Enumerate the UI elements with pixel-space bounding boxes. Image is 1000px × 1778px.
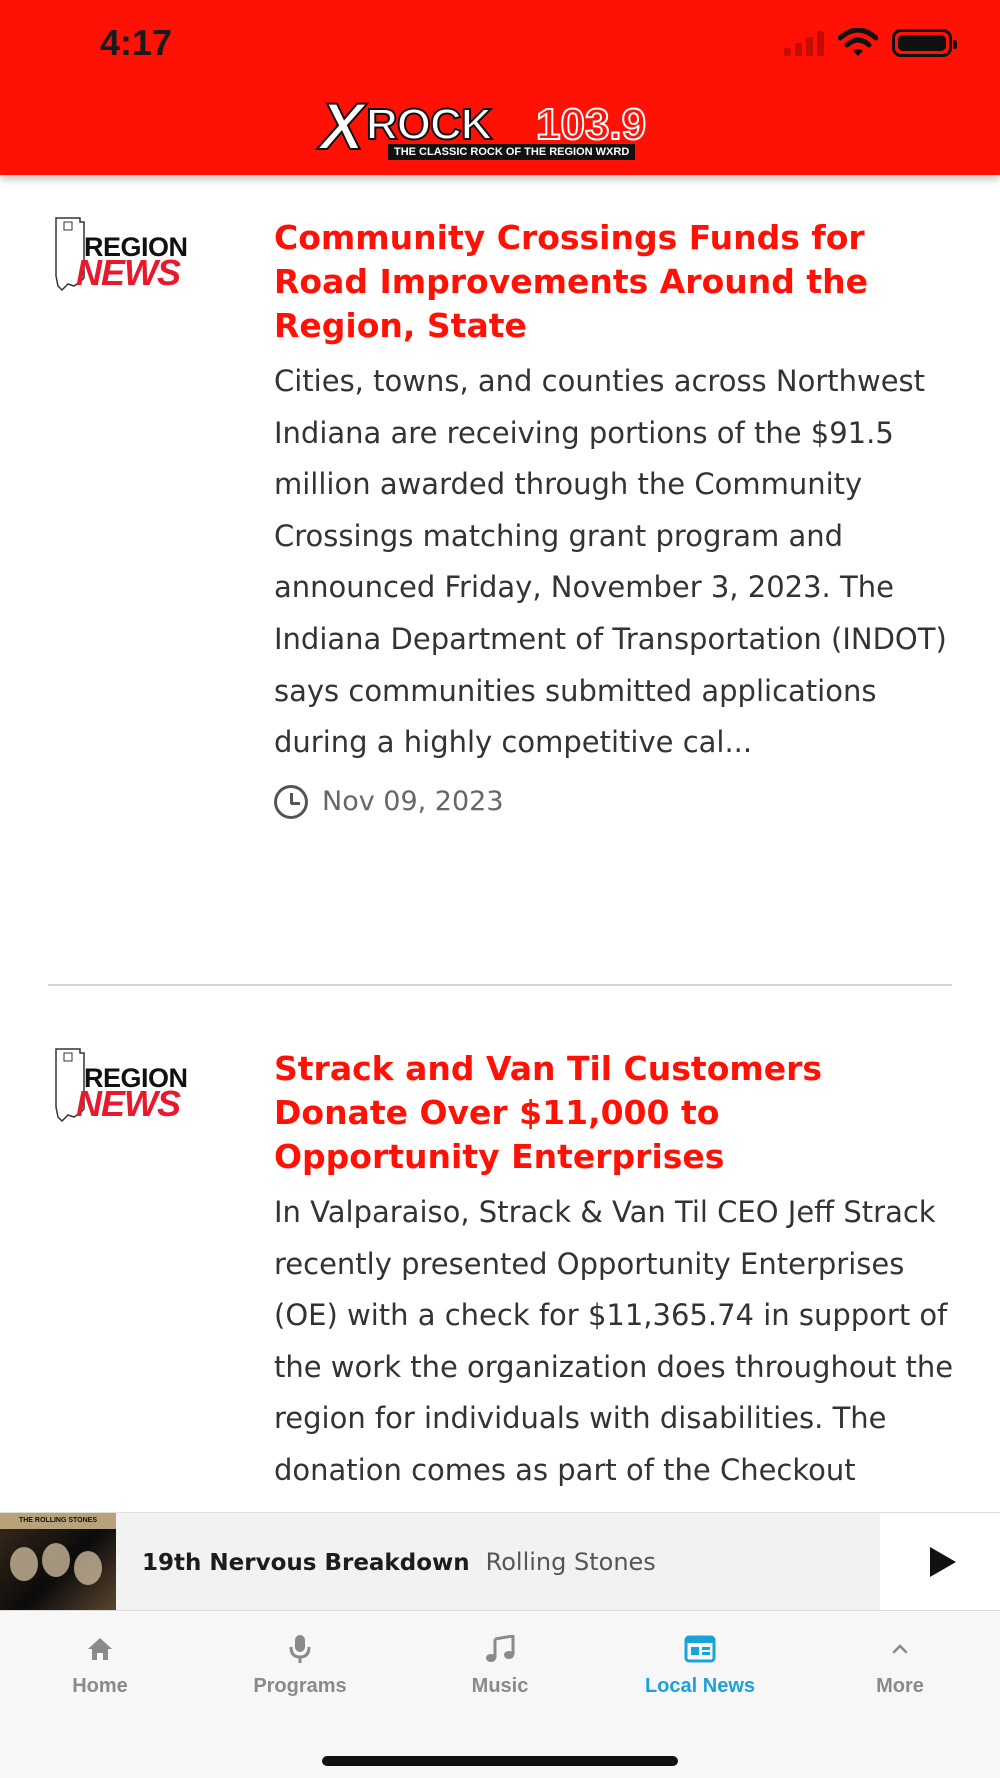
tab-more[interactable]: More xyxy=(800,1611,1000,1721)
status-time: 4:17 xyxy=(100,22,173,63)
region-news-thumbnail: REGION NEWS xyxy=(54,1047,234,1127)
tab-label: Music xyxy=(471,1675,529,1697)
home-icon xyxy=(88,1638,112,1660)
tab-local-news[interactable]: Local News xyxy=(600,1611,800,1721)
logo-tagline: THE CLASSIC ROCK OF THE REGION WXRD xyxy=(388,144,636,160)
region-news-thumbnail: REGION NEWS xyxy=(54,216,234,296)
thumb-news-text: NEWS xyxy=(76,1083,181,1124)
newspaper-icon xyxy=(684,1635,716,1663)
tab-music[interactable]: Music xyxy=(400,1611,600,1721)
track-title: 19th Nervous Breakdown xyxy=(142,1549,470,1576)
article-divider xyxy=(48,984,952,986)
app-header: 4:17 X ROCK 103.9 THE CLASSIC ROCK OF TH… xyxy=(0,0,1000,175)
article-date: Nov 09, 2023 xyxy=(322,786,504,818)
tab-home[interactable]: Home xyxy=(0,1611,200,1721)
logo-rock: ROCK xyxy=(365,99,494,150)
article-title[interactable]: Strack and Van Til Customers Donate Over… xyxy=(274,1047,954,1179)
article-body: Strack and Van Til Customers Donate Over… xyxy=(274,1047,954,1497)
logo-x: X xyxy=(319,88,365,164)
play-icon xyxy=(930,1546,956,1577)
tab-label: More xyxy=(876,1675,924,1697)
status-icons xyxy=(784,28,957,58)
track-info[interactable]: 19th Nervous Breakdown Rolling Stones xyxy=(142,1548,880,1576)
chevron-up-icon xyxy=(892,1644,908,1654)
article-summary: In Valparaiso, Strack & Van Til CEO Jeff… xyxy=(274,1195,954,1487)
play-button[interactable] xyxy=(880,1512,1000,1611)
track-artist: Rolling Stones xyxy=(485,1547,656,1576)
battery-icon xyxy=(892,29,957,57)
article-body: Community Crossings Funds for Road Impro… xyxy=(274,216,954,819)
home-indicator[interactable] xyxy=(322,1756,678,1766)
tab-label: Home xyxy=(72,1675,128,1697)
album-band-text: THE ROLLING STONES xyxy=(0,1512,116,1529)
wifi-icon xyxy=(838,28,878,56)
logo-frequency: 103.9 xyxy=(535,99,647,150)
tab-programs[interactable]: Programs xyxy=(200,1611,400,1721)
microphone-icon xyxy=(289,1635,311,1663)
cellular-signal-icon xyxy=(784,30,824,56)
article-date-row: Nov 09, 2023 xyxy=(274,784,954,819)
tab-label: Programs xyxy=(253,1675,347,1697)
now-playing-bar[interactable]: THE ROLLING STONES 19th Nervous Breakdow… xyxy=(0,1512,1000,1611)
article-title[interactable]: Community Crossings Funds for Road Impro… xyxy=(274,216,954,348)
thumb-news-text: NEWS xyxy=(76,252,181,293)
tab-label: Local News xyxy=(644,1675,756,1697)
clock-icon xyxy=(274,784,308,819)
station-logo[interactable]: X ROCK 103.9 THE CLASSIC ROCK OF THE REG… xyxy=(319,88,682,166)
music-note-icon xyxy=(486,1635,515,1662)
bottom-tab-bar: Home Programs Music Local News More xyxy=(0,1610,1000,1778)
article-summary: Cities, towns, and counties across North… xyxy=(274,364,947,760)
album-art: THE ROLLING STONES xyxy=(0,1512,116,1611)
